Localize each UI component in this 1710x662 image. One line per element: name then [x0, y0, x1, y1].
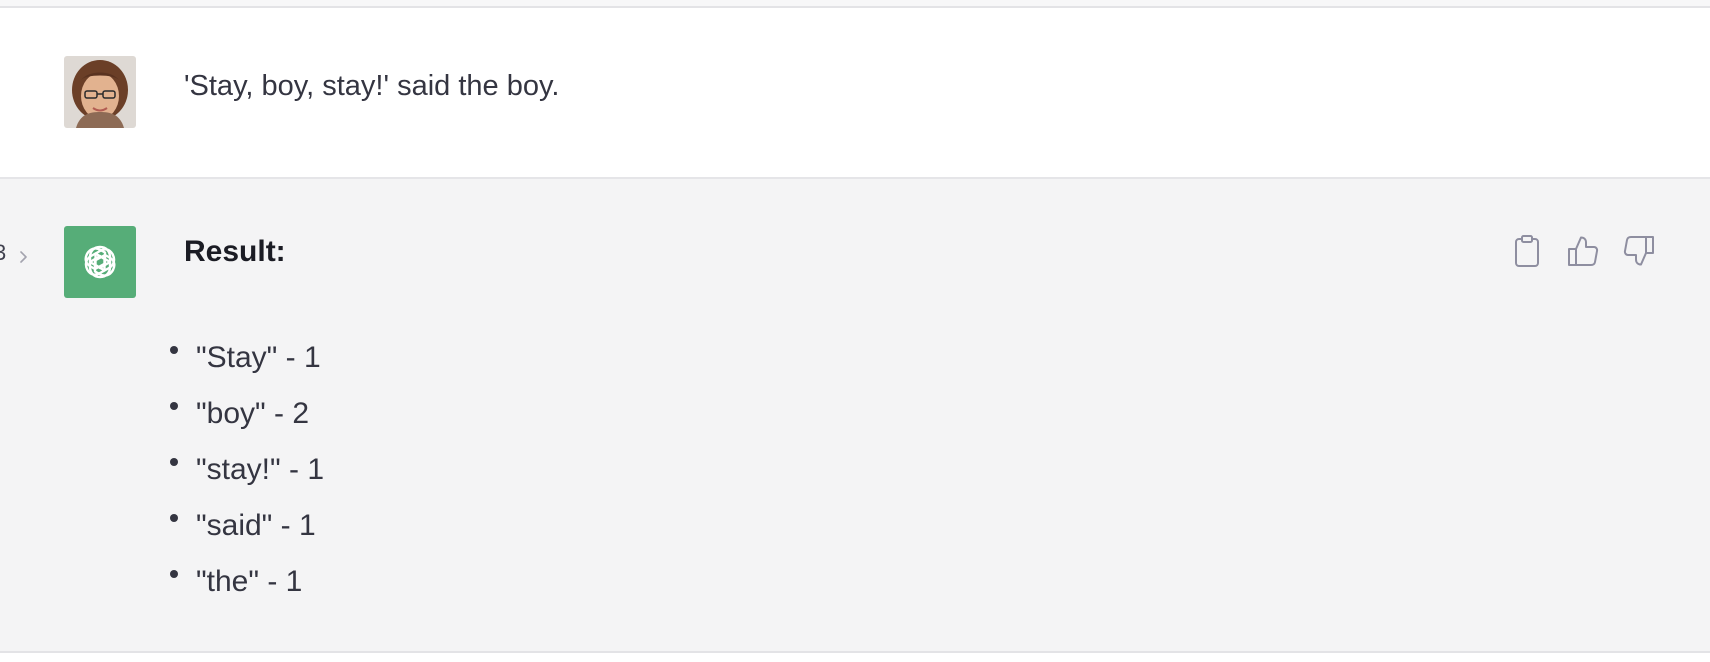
list-item: "boy" - 2	[170, 386, 324, 442]
bullet-icon	[170, 402, 178, 410]
chevron-right-icon[interactable]	[17, 247, 31, 267]
thumbs-down-icon	[1623, 236, 1654, 266]
chat-page: 'Stay, boy, stay!' said the boy. 3 Resul…	[0, 0, 1710, 662]
bullet-icon	[170, 346, 178, 354]
list-item: "Stay" - 1	[170, 330, 324, 386]
list-item-text: "said" - 1	[196, 509, 316, 542]
openai-logo-icon	[84, 245, 116, 279]
copy-button[interactable]	[1510, 232, 1544, 270]
list-item-text: "the" - 1	[196, 565, 303, 598]
assistant-avatar	[64, 226, 136, 298]
user-message-text: 'Stay, boy, stay!' said the boy.	[184, 70, 560, 102]
result-list: "Stay" - 1 "boy" - 2 "stay!" - 1 "said" …	[170, 330, 324, 610]
bullet-icon	[170, 458, 178, 466]
bottom-strip	[0, 653, 1710, 662]
conversation-nav-count: 3	[0, 240, 7, 265]
user-message-row: 'Stay, boy, stay!' said the boy.	[0, 8, 1710, 179]
user-photo-icon	[64, 56, 136, 128]
message-actions	[1510, 232, 1670, 270]
user-avatar	[64, 56, 136, 128]
list-item-text: "Stay" - 1	[196, 341, 321, 374]
list-item-text: "stay!" - 1	[196, 453, 324, 486]
list-item: "stay!" - 1	[170, 442, 324, 498]
thumbs-down-button[interactable]	[1622, 232, 1656, 270]
list-item: "said" - 1	[170, 498, 324, 554]
thumbs-up-icon	[1568, 236, 1599, 266]
clipboard-icon	[1515, 235, 1539, 267]
list-item-text: "boy" - 2	[196, 397, 310, 430]
list-item: "the" - 1	[170, 554, 324, 610]
bullet-icon	[170, 570, 178, 578]
result-heading: Result:	[184, 235, 286, 268]
thumbs-up-button[interactable]	[1566, 232, 1600, 270]
bullet-icon	[170, 514, 178, 522]
